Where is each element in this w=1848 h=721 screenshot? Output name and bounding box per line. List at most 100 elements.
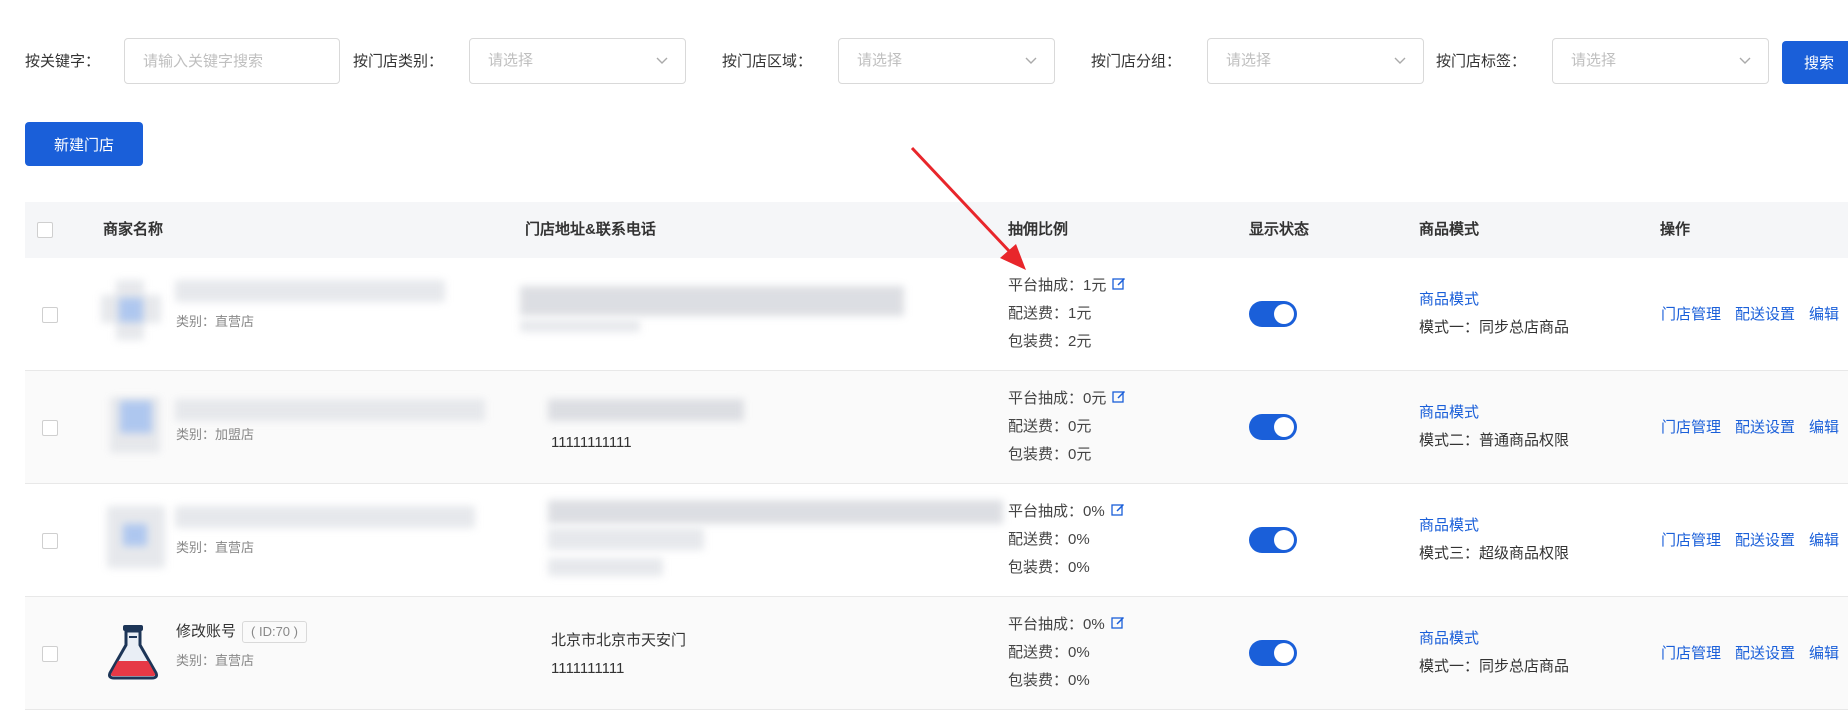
packing-fee: 包装费：0% xyxy=(1008,672,1090,689)
category-select[interactable]: 请选择 xyxy=(469,38,686,84)
product-mode-value: 模式三：超级商品权限 xyxy=(1419,545,1570,562)
commission-block: 平台抽成：0元 配送费：0元 包装费：0元 xyxy=(1008,385,1126,469)
filter-bar: 按关键字： 按门店类别： 请选择 按门店区域： 请选择 按门店分组： 请选择 按… xyxy=(0,0,1848,100)
merchant-name: 修改账号 ( ID:70 ) xyxy=(176,621,307,643)
chevron-down-icon xyxy=(1739,57,1751,64)
delivery-settings-link[interactable]: 配送设置 xyxy=(1735,306,1795,323)
store-thumbnail xyxy=(107,506,167,568)
product-mode-value: 模式一：同步总店商品 xyxy=(1419,658,1570,675)
region-select-placeholder: 请选择 xyxy=(857,52,903,69)
header-product-mode: 商品模式 xyxy=(1419,221,1480,238)
store-manage-link[interactable]: 门店管理 xyxy=(1661,419,1721,436)
edit-link[interactable]: 编辑 xyxy=(1809,532,1839,549)
merchant-name-redacted xyxy=(175,506,475,528)
edit-link[interactable]: 编辑 xyxy=(1809,419,1839,436)
display-status-toggle[interactable] xyxy=(1249,414,1297,440)
store-phone: 11111111111 xyxy=(551,434,632,451)
store-thumbnail xyxy=(101,280,161,340)
merchant-name-redacted xyxy=(175,399,485,421)
store-category: 类别：直营店 xyxy=(176,314,255,329)
delivery-settings-link[interactable]: 配送设置 xyxy=(1735,645,1795,662)
commission-block: 平台抽成：0% 配送费：0% 包装费：0% xyxy=(1008,611,1125,695)
table-header: 商家名称 门店地址&联系电话 抽佣比例 显示状态 商品模式 操作 xyxy=(25,202,1848,258)
chevron-down-icon xyxy=(1394,57,1406,64)
group-select[interactable]: 请选择 xyxy=(1207,38,1424,84)
header-merchant-name: 商家名称 xyxy=(103,221,164,238)
edit-icon[interactable] xyxy=(1112,390,1126,404)
keyword-label: 按关键字： xyxy=(25,53,101,70)
product-mode-link[interactable]: 商品模式 xyxy=(1419,399,1569,427)
product-mode-block: 商品模式 模式一：同步总店商品 xyxy=(1419,286,1569,342)
merchant-id-badge: ( ID:70 ) xyxy=(242,621,307,643)
display-status-toggle[interactable] xyxy=(1249,527,1297,553)
product-mode-link[interactable]: 商品模式 xyxy=(1419,625,1569,653)
phone-redacted xyxy=(520,320,640,332)
store-category: 类别：直营店 xyxy=(176,653,255,668)
row-actions: 门店管理 配送设置 编辑 xyxy=(1661,644,1848,664)
display-status-toggle[interactable] xyxy=(1249,301,1297,327)
edit-icon[interactable] xyxy=(1112,277,1126,291)
search-button[interactable]: 搜索 xyxy=(1782,41,1848,84)
store-manage-link[interactable]: 门店管理 xyxy=(1661,306,1721,323)
packing-fee: 包装费：2元 xyxy=(1008,333,1092,350)
row-actions: 门店管理 配送设置 编辑 xyxy=(1661,531,1848,551)
edit-icon[interactable] xyxy=(1111,616,1125,630)
flask-icon xyxy=(108,625,158,680)
product-mode-block: 商品模式 模式二：普通商品权限 xyxy=(1419,399,1569,455)
region-select[interactable]: 请选择 xyxy=(838,38,1055,84)
packing-fee: 包装费：0元 xyxy=(1008,446,1092,463)
commission-block: 平台抽成：0% 配送费：0% 包装费：0% xyxy=(1008,498,1125,582)
delivery-fee: 配送费：0% xyxy=(1008,644,1090,661)
table-row: 类别：加盟店 11111111111 平台抽成：0元 配送费：0元 包装费：0元… xyxy=(25,371,1848,484)
display-status-toggle[interactable] xyxy=(1249,640,1297,666)
store-phone: 1111111111 xyxy=(551,660,625,677)
table-row: 类别：直营店 平台抽成：1元 配送费：1元 包装费：2元 商品模式 模式一：同步… xyxy=(25,258,1848,371)
tag-select[interactable]: 请选择 xyxy=(1552,38,1769,84)
edit-link[interactable]: 编辑 xyxy=(1809,645,1839,662)
group-select-placeholder: 请选择 xyxy=(1226,52,1272,69)
keyword-input-wrapper[interactable] xyxy=(124,38,340,84)
address-redacted xyxy=(548,500,1003,524)
header-actions: 操作 xyxy=(1660,221,1691,238)
product-mode-value: 模式一：同步总店商品 xyxy=(1419,319,1570,336)
row-checkbox[interactable] xyxy=(42,307,58,323)
edit-icon[interactable] xyxy=(1111,503,1125,517)
store-category: 类别：直营店 xyxy=(176,540,255,555)
row-checkbox[interactable] xyxy=(42,420,58,436)
delivery-settings-link[interactable]: 配送设置 xyxy=(1735,419,1795,436)
category-select-placeholder: 请选择 xyxy=(488,52,534,69)
product-mode-block: 商品模式 模式三：超级商品权限 xyxy=(1419,512,1569,568)
header-display-status: 显示状态 xyxy=(1249,221,1310,238)
commission-block: 平台抽成：1元 配送费：1元 包装费：2元 xyxy=(1008,272,1126,356)
new-store-button[interactable]: 新建门店 xyxy=(25,122,143,166)
keyword-search-input[interactable] xyxy=(125,39,339,83)
group-label: 按门店分组： xyxy=(1091,53,1182,70)
merchant-name-text: 修改账号 xyxy=(176,623,237,640)
header-commission: 抽佣比例 xyxy=(1008,221,1069,238)
product-mode-block: 商品模式 模式一：同步总店商品 xyxy=(1419,625,1569,681)
merchant-name-redacted xyxy=(175,280,445,302)
store-manage-link[interactable]: 门店管理 xyxy=(1661,532,1721,549)
packing-fee: 包装费：0% xyxy=(1008,559,1090,576)
product-mode-value: 模式二：普通商品权限 xyxy=(1419,432,1570,449)
chevron-down-icon xyxy=(656,57,668,64)
delivery-settings-link[interactable]: 配送设置 xyxy=(1735,532,1795,549)
select-all-checkbox[interactable] xyxy=(37,222,53,238)
row-checkbox[interactable] xyxy=(42,646,58,662)
address-redacted xyxy=(548,399,744,421)
delivery-fee: 配送费：1元 xyxy=(1008,305,1092,322)
table-row: 修改账号 ( ID:70 ) 类别：直营店 北京市北京市天安门 111111111… xyxy=(25,597,1848,710)
edit-link[interactable]: 编辑 xyxy=(1809,306,1839,323)
delivery-fee: 配送费：0% xyxy=(1008,531,1090,548)
platform-commission: 平台抽成：1元 xyxy=(1008,277,1107,294)
table-row: 类别：直营店 平台抽成：0% 配送费：0% 包装费：0% 商品模式 模式三：超级… xyxy=(25,484,1848,597)
store-category: 类别：加盟店 xyxy=(176,427,255,442)
address-redacted xyxy=(520,286,904,316)
store-manage-link[interactable]: 门店管理 xyxy=(1661,645,1721,662)
product-mode-link[interactable]: 商品模式 xyxy=(1419,286,1569,314)
product-mode-link[interactable]: 商品模式 xyxy=(1419,512,1569,540)
platform-commission: 平台抽成：0% xyxy=(1008,503,1105,520)
address-redacted-line2 xyxy=(548,528,704,550)
row-checkbox[interactable] xyxy=(42,533,58,549)
delivery-fee: 配送费：0元 xyxy=(1008,418,1092,435)
